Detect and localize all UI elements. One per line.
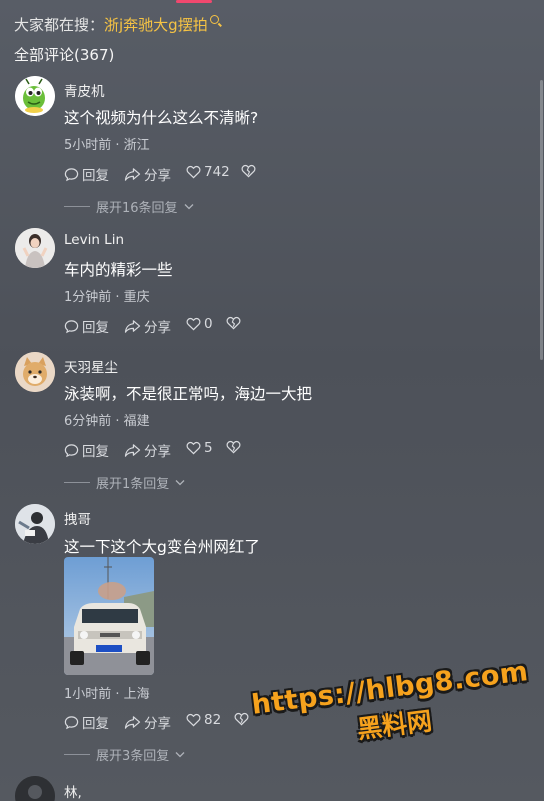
comment-author[interactable]: 拽哥 (64, 508, 91, 528)
divider (64, 482, 90, 483)
dislike-button[interactable] (226, 440, 241, 454)
like-count: 742 (204, 164, 230, 180)
share-icon (124, 443, 141, 457)
reply-icon (64, 715, 79, 729)
comment-meta: 5小时前 · 浙江 (64, 138, 150, 153)
avatar[interactable] (15, 228, 55, 268)
reply-label: 回复 (82, 716, 109, 732)
avatar[interactable] (15, 76, 55, 116)
expand-replies[interactable]: 展开3条回复 (64, 745, 185, 764)
reply-label: 回复 (82, 168, 109, 184)
broken-heart-icon (226, 440, 241, 454)
comment-author[interactable]: Levin Lin (64, 232, 124, 248)
search-icon (209, 15, 219, 24)
share-button[interactable]: 分享 (124, 440, 171, 460)
like-button[interactable]: 82 (186, 712, 221, 728)
scrollbar[interactable] (540, 80, 543, 360)
broken-heart-icon (226, 316, 241, 330)
chevron-down-icon (184, 204, 194, 210)
comment-author[interactable]: 林, (64, 781, 82, 801)
comment-author[interactable]: 天羽星尘 (64, 356, 118, 376)
share-label: 分享 (144, 444, 171, 460)
reply-button[interactable]: 回复 (64, 316, 109, 336)
chevron-down-icon (175, 480, 185, 486)
comment-meta: 1小时前 · 上海 (64, 687, 150, 702)
share-button[interactable]: 分享 (124, 316, 171, 336)
reply-label: 回复 (82, 444, 109, 460)
share-icon (124, 319, 141, 333)
dislike-button[interactable] (234, 712, 249, 726)
avatar[interactable] (15, 352, 55, 392)
comment-image[interactable] (64, 557, 154, 675)
reply-icon (64, 319, 79, 333)
watermark: https://hlbg8.com 黑料网 (250, 656, 535, 758)
comment-meta: 6分钟前 · 福建 (64, 414, 150, 429)
dislike-button[interactable] (226, 316, 241, 330)
comment-author[interactable]: 青皮机 (64, 80, 105, 100)
broken-heart-icon (234, 712, 249, 726)
heart-icon (186, 441, 201, 455)
like-button[interactable]: 742 (186, 164, 230, 180)
search-keyword[interactable]: 浙j奔驰大g摆拍 (104, 16, 208, 34)
comment-text: 这个视频为什么这么不清晰? (64, 109, 259, 127)
expand-replies[interactable]: 展开1条回复 (64, 473, 185, 492)
tab-indicator (176, 0, 212, 3)
share-icon (124, 167, 141, 181)
avatar[interactable] (15, 776, 55, 801)
reply-icon (64, 167, 79, 181)
chevron-down-icon (175, 752, 185, 758)
search-prefix: 大家都在搜： (14, 16, 105, 34)
divider (64, 754, 90, 755)
like-count: 5 (204, 440, 213, 456)
share-icon (124, 715, 141, 729)
share-label: 分享 (144, 716, 171, 732)
comments-count: 全部评论(367) (14, 46, 115, 64)
comment-text: 车内的精彩一些 (64, 261, 173, 279)
share-label: 分享 (144, 320, 171, 336)
expand-label: 展开3条回复 (96, 749, 170, 764)
heart-icon (186, 165, 201, 179)
reply-button[interactable]: 回复 (64, 164, 109, 184)
like-button[interactable]: 5 (186, 440, 213, 456)
comment-meta: 1分钟前 · 重庆 (64, 290, 150, 305)
comment-text: 泳装啊，不是很正常吗，海边一大把 (64, 385, 313, 403)
share-button[interactable]: 分享 (124, 712, 171, 732)
comment-text: 这一下这个大g变台州网红了 (64, 538, 260, 556)
like-button[interactable]: 0 (186, 316, 213, 332)
dislike-button[interactable] (241, 164, 256, 178)
share-label: 分享 (144, 168, 171, 184)
like-count: 82 (204, 712, 222, 728)
divider (64, 206, 90, 207)
share-button[interactable]: 分享 (124, 164, 171, 184)
expand-label: 展开16条回复 (96, 201, 178, 216)
search-suggestion[interactable]: 大家都在搜：浙j奔驰大g摆拍 (14, 14, 219, 35)
heart-icon (186, 713, 201, 727)
reply-button[interactable]: 回复 (64, 440, 109, 460)
reply-button[interactable]: 回复 (64, 712, 109, 732)
expand-replies[interactable]: 展开16条回复 (64, 197, 194, 216)
heart-icon (186, 317, 201, 331)
expand-label: 展开1条回复 (96, 477, 170, 492)
reply-label: 回复 (82, 320, 109, 336)
broken-heart-icon (241, 164, 256, 178)
reply-icon (64, 443, 79, 457)
avatar[interactable] (15, 504, 55, 544)
like-count: 0 (204, 316, 213, 332)
